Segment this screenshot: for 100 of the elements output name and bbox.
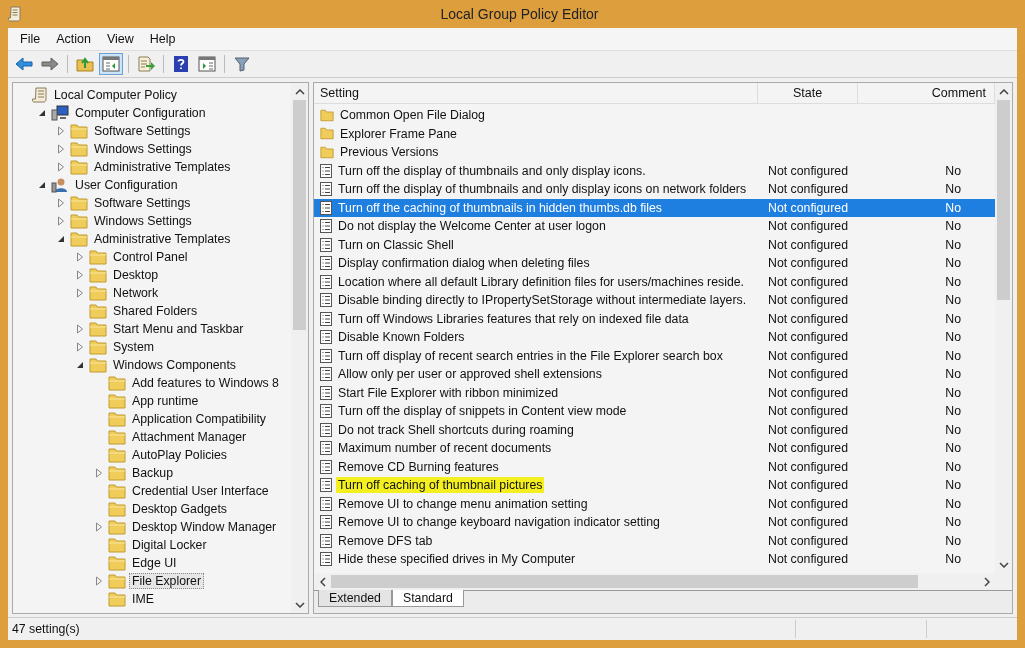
setting-name[interactable]: Disable binding directly to IPropertySetStorage without intermediate layers. (336, 292, 749, 309)
folder-icon (70, 231, 88, 247)
setting-name[interactable]: Turn off the display of thumbnails and only display icons on network folders (336, 181, 749, 198)
tree-item[interactable]: Control Panel (110, 249, 191, 265)
setting-name[interactable]: Hide these specified drives in My Computer (336, 551, 578, 568)
collapse-arrow-icon[interactable] (38, 109, 46, 117)
expand-arrow-icon[interactable] (57, 216, 65, 226)
scrollbar[interactable] (291, 83, 308, 613)
tree-item[interactable]: AutoPlay Policies (129, 447, 230, 463)
tree-item[interactable]: Network (110, 285, 162, 301)
tree-item[interactable]: User Configuration (72, 177, 181, 193)
expand-arrow-icon[interactable] (95, 468, 103, 478)
tree-item[interactable]: Digital Locker (129, 537, 210, 553)
tree-item[interactable]: Software Settings (91, 195, 194, 211)
tree-item[interactable]: Windows Settings (91, 213, 195, 229)
column-header[interactable]: State (758, 83, 858, 103)
show-tree-button[interactable] (99, 53, 123, 75)
comment-cell: No (945, 274, 961, 289)
app-icon (8, 6, 22, 22)
tree-item[interactable]: Add features to Windows 8 (129, 375, 282, 391)
tree-item[interactable]: Desktop Window Manager (129, 519, 280, 535)
expand-arrow-icon[interactable] (76, 324, 84, 334)
expand-arrow-icon[interactable] (57, 144, 65, 154)
expand-arrow-icon[interactable] (76, 270, 84, 280)
folder-icon (108, 555, 126, 571)
setting-name[interactable]: Display confirmation dialog when deleting files (336, 255, 592, 272)
setting-name[interactable]: Turn off display of recent search entries in the File Explorer search box (336, 347, 725, 364)
setting-name[interactable]: Turn off caching of thumbnail pictures (336, 477, 545, 494)
tree-item[interactable]: Local Computer Policy (51, 87, 181, 103)
setting-name[interactable]: Previous Versions (338, 144, 441, 161)
menu-item[interactable]: File (12, 30, 49, 48)
action-pane-button[interactable] (195, 53, 219, 75)
tree-item[interactable]: Credential User Interface (129, 483, 272, 499)
scrollbar[interactable] (314, 573, 1012, 590)
setting-name[interactable]: Common Open File Dialog (338, 107, 487, 124)
state-cell: Not configured (768, 385, 848, 400)
tree-item[interactable]: Administrative Templates (91, 159, 234, 175)
setting-name[interactable]: Turn on Classic Shell (336, 236, 456, 253)
tree-item[interactable]: Desktop (110, 267, 162, 283)
expand-arrow-icon[interactable] (76, 252, 84, 262)
setting-name[interactable]: Remove DFS tab (336, 532, 435, 549)
folder-icon (70, 213, 88, 229)
tree-item[interactable]: Shared Folders (110, 303, 201, 319)
tree-item[interactable]: Windows Components (110, 357, 240, 373)
setting-name[interactable]: Remove UI to change menu animation setting (336, 495, 590, 512)
setting-name[interactable]: Turn off the display of thumbnails and only display icons. (336, 162, 648, 179)
tree-item[interactable]: IME (129, 591, 157, 607)
setting-name[interactable]: Start File Explorer with ribbon minimized (336, 384, 561, 401)
tree-item[interactable]: Computer Configuration (72, 105, 209, 121)
folder-icon (89, 285, 107, 301)
scroll-down-icon[interactable] (294, 601, 305, 608)
setting-name[interactable]: Turn off the display of snippets in Content view mode (336, 403, 629, 420)
tree-item[interactable]: Application Compatibility (129, 411, 269, 427)
column-header[interactable]: Setting (314, 83, 758, 103)
tree-item[interactable]: System (110, 339, 157, 355)
collapse-arrow-icon[interactable] (38, 181, 46, 189)
tree-item[interactable]: Desktop Gadgets (129, 501, 230, 517)
setting-name[interactable]: Explorer Frame Pane (338, 125, 459, 142)
setting-name[interactable]: Do not track Shell shortcuts during roaming (336, 421, 576, 438)
tree-item[interactable]: Administrative Templates (91, 231, 234, 247)
menu-item[interactable]: View (98, 30, 142, 48)
tree-item[interactable]: File Explorer (129, 573, 205, 589)
tree-item[interactable]: Backup (129, 465, 176, 481)
tree-item[interactable]: Start Menu and Taskbar (110, 321, 247, 337)
folder-icon (108, 465, 126, 481)
expand-arrow-icon[interactable] (57, 198, 65, 208)
scrollbar[interactable] (995, 83, 1012, 573)
tree-item[interactable]: App runtime (129, 393, 202, 409)
scroll-right-icon[interactable] (983, 576, 990, 587)
view-tab[interactable]: Extended (318, 590, 392, 607)
expand-arrow-icon[interactable] (76, 288, 84, 298)
collapse-arrow-icon[interactable] (57, 235, 65, 243)
tree-item[interactable]: Windows Settings (91, 141, 195, 157)
setting-icon (320, 311, 332, 326)
scroll-up-icon[interactable] (998, 88, 1009, 95)
setting-name[interactable]: Turn off Windows Libraries features that rely on indexed file data (336, 310, 691, 327)
collapse-arrow-icon[interactable] (76, 361, 84, 369)
tree-item[interactable]: Attachment Manager (129, 429, 250, 445)
scroll-down-icon[interactable] (998, 561, 1009, 568)
setting-name[interactable]: Remove CD Burning features (336, 458, 501, 475)
tree-item[interactable]: Software Settings (91, 123, 194, 139)
view-tab[interactable]: Standard (391, 590, 464, 607)
setting-name[interactable]: Remove UI to change keyboard navigation indicator setting (336, 514, 662, 531)
setting-icon (320, 330, 332, 345)
setting-name[interactable]: Do not display the Welcome Center at user logon (336, 218, 608, 235)
expand-arrow-icon[interactable] (57, 126, 65, 136)
setting-name[interactable]: Allow only per user or approved shell extensions (336, 366, 604, 383)
setting-name[interactable]: Disable Known Folders (336, 329, 467, 346)
expand-arrow-icon[interactable] (95, 576, 103, 586)
scroll-left-icon[interactable] (319, 576, 326, 587)
menu-item[interactable]: Help (141, 30, 184, 48)
expand-arrow-icon[interactable] (95, 522, 103, 532)
setting-name[interactable]: Maximum number of recent documents (336, 440, 554, 457)
tree-item[interactable]: Edge UI (129, 555, 180, 571)
scroll-up-icon[interactable] (294, 88, 305, 95)
folder-icon (108, 411, 126, 427)
expand-arrow-icon[interactable] (57, 162, 65, 172)
expand-arrow-icon[interactable] (76, 342, 84, 352)
setting-name[interactable]: Location where all default Library definition files for users/machines reside. (336, 273, 746, 290)
menu-item[interactable]: Action (48, 30, 99, 48)
